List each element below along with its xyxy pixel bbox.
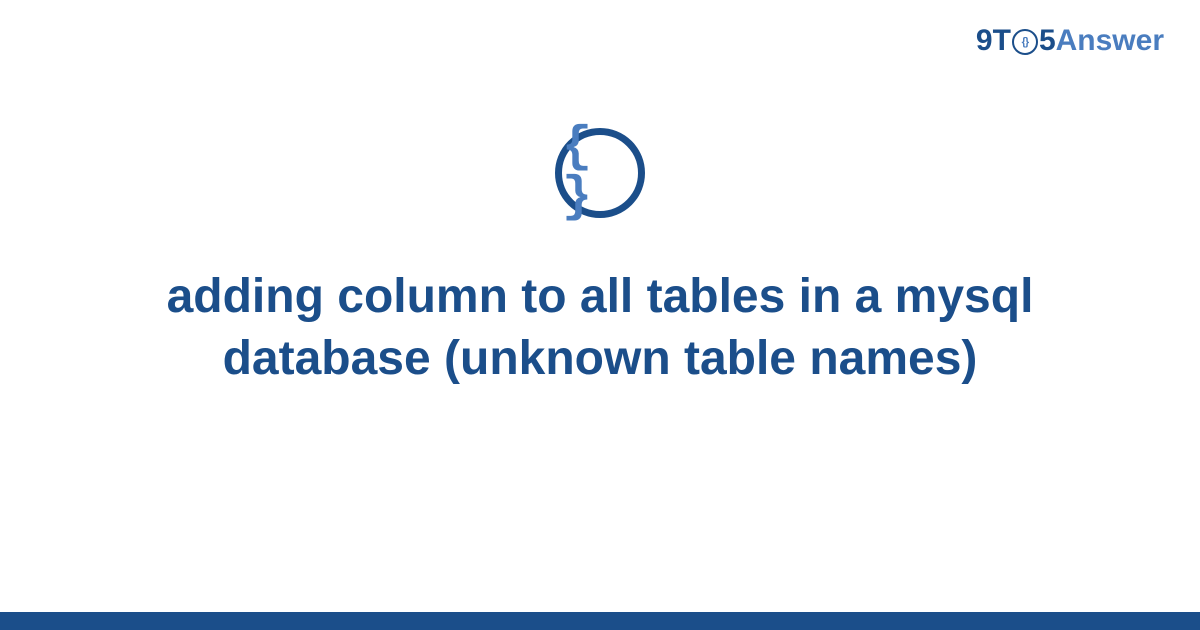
site-logo: 9T {} 5 Answer <box>976 24 1164 58</box>
main-content: { } adding column to all tables in a mys… <box>0 128 1200 391</box>
footer-bar <box>0 612 1200 630</box>
braces-glyph: { } <box>562 123 638 223</box>
page-title: adding column to all tables in a mysql d… <box>110 266 1090 391</box>
logo-text-answer: Answer <box>1056 24 1164 58</box>
logo-circle-icon: {} <box>1012 29 1038 55</box>
logo-circle-braces: {} <box>1022 36 1029 48</box>
logo-text-9t: 9T <box>976 24 1011 58</box>
code-braces-icon: { } <box>555 128 645 218</box>
logo-text-5: 5 <box>1039 24 1056 58</box>
